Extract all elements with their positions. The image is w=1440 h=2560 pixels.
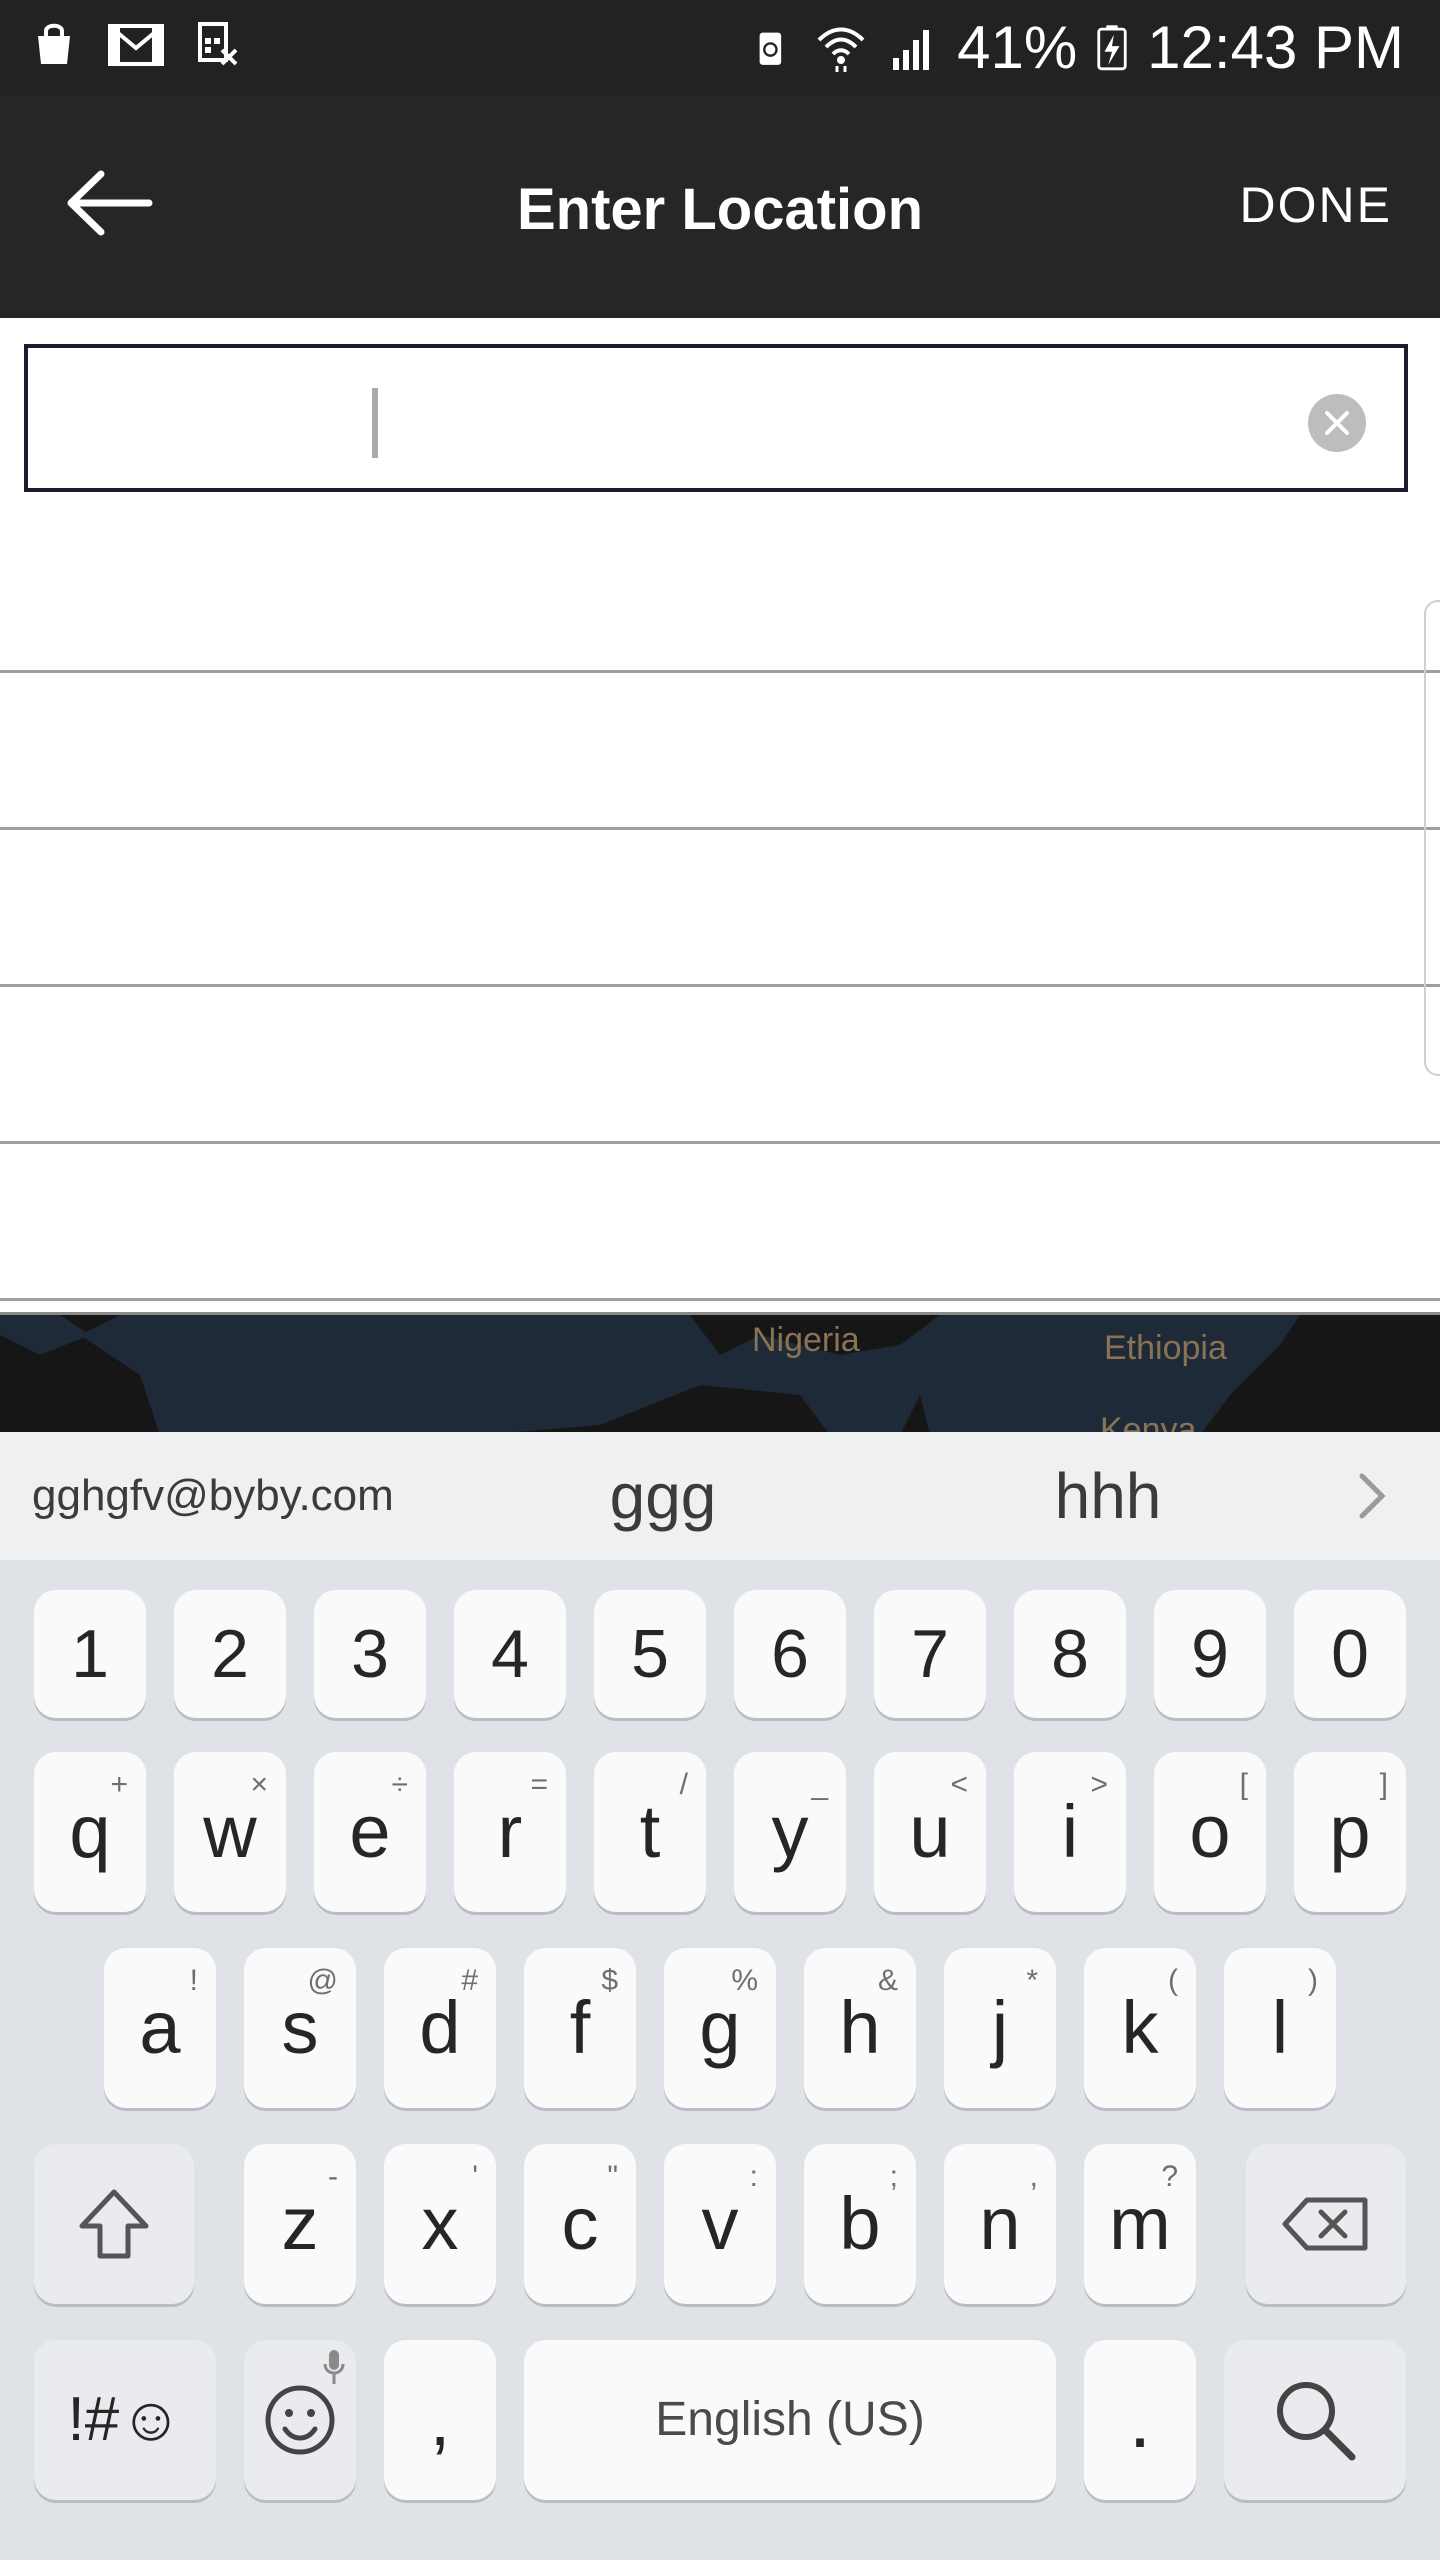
battery-saver-icon [759, 32, 782, 65]
key-0[interactable]: 0 [1294, 1590, 1406, 1718]
comma-key[interactable]: , [384, 2340, 496, 2500]
suggestion-word[interactable]: ggg [560, 1432, 766, 1560]
app-bar: Enter Location DONE [0, 96, 1440, 318]
on-screen-keyboard: gghgfv@byby.com ggg hhh 1 2 3 4 5 6 7 8 … [0, 1432, 1440, 2560]
key-a[interactable]: ! a [104, 1948, 216, 2108]
key-b[interactable]: ; b [804, 2144, 916, 2304]
key-3[interactable]: 3 [314, 1590, 426, 1718]
sim-blocked-icon [198, 22, 238, 66]
symbols-key[interactable]: !#☺ [34, 2340, 216, 2500]
period-key[interactable]: . [1084, 2340, 1196, 2500]
key-q[interactable]: + q [34, 1752, 146, 1912]
search-key[interactable] [1224, 2340, 1406, 2500]
text-caret [372, 388, 378, 458]
emoji-key[interactable] [244, 2340, 356, 2500]
key-6[interactable]: 6 [734, 1590, 846, 1718]
key-f[interactable]: $ f [524, 1948, 636, 2108]
map-label-ethiopia: Ethiopia [1104, 1329, 1227, 1367]
suggestion-row[interactable] [0, 1144, 1440, 1301]
key-c[interactable]: " c [524, 2144, 636, 2304]
key-4[interactable]: 4 [454, 1590, 566, 1718]
key-l[interactable]: ) l [1224, 1948, 1336, 2108]
key-x[interactable]: ' x [384, 2144, 496, 2304]
key-5[interactable]: 5 [594, 1590, 706, 1718]
backspace-key[interactable] [1246, 2144, 1406, 2304]
signal-icon [893, 30, 930, 70]
key-e[interactable]: ÷ e [314, 1752, 426, 1912]
emoji-icon [265, 2385, 335, 2455]
map-label-kenya: Kenya [1100, 1411, 1197, 1432]
gmail-icon [108, 24, 164, 66]
key-o[interactable]: [o [1154, 1752, 1266, 1912]
key-g[interactable]: % g [664, 1948, 776, 2108]
search-icon [1277, 2382, 1356, 2461]
key-s[interactable]: @ s [244, 1948, 356, 2108]
key-h[interactable]: & h [804, 1948, 916, 2108]
key-w[interactable]: × w [174, 1752, 286, 1912]
clear-button[interactable] [1308, 394, 1366, 452]
shift-arrow-icon [79, 2189, 149, 2259]
suggestion-row[interactable] [0, 516, 1440, 673]
wifi-icon [817, 27, 865, 72]
key-8[interactable]: 8 [1014, 1590, 1126, 1718]
page-title: Enter Location [516, 177, 924, 242]
key-y[interactable]: _ y [734, 1752, 846, 1912]
clock: 12:43 PM [1147, 14, 1404, 81]
battery-percent: 41% [957, 14, 1078, 81]
suggestion-row[interactable] [0, 830, 1440, 987]
chevron-right-icon[interactable] [1340, 1466, 1400, 1526]
done-button[interactable]: DONE [1240, 176, 1392, 234]
status-bar: 41% 12:43 PM [0, 0, 1440, 96]
shopping-bag-icon [38, 23, 70, 64]
suggestion-word[interactable]: hhh [1008, 1432, 1208, 1560]
key-v[interactable]: :v [664, 2144, 776, 2304]
clear-circle-icon [1325, 411, 1349, 435]
microphone-icon [323, 2350, 345, 2384]
key-t[interactable]: / t [594, 1752, 706, 1912]
key-d[interactable]: # d [384, 1948, 496, 2108]
shift-key[interactable] [34, 2144, 194, 2304]
key-j[interactable]: * j [944, 1948, 1056, 2108]
key-k[interactable]: (k [1084, 1948, 1196, 2108]
key-1[interactable]: 1 [34, 1590, 146, 1718]
key-n[interactable]: ,n [944, 2144, 1056, 2304]
suggestion-row[interactable] [0, 673, 1440, 830]
key-u[interactable]: < u [874, 1752, 986, 1912]
location-input[interactable] [348, 376, 1312, 462]
map-view[interactable]: Nigeria Ethiopia Kenya [0, 1312, 1440, 1432]
key-i[interactable]: > i [1014, 1752, 1126, 1912]
suggestion-email[interactable]: gghgfv@byby.com [32, 1432, 394, 1560]
battery-charging-icon [1097, 25, 1127, 71]
key-r[interactable]: = r [454, 1752, 566, 1912]
map-label-nigeria: Nigeria [752, 1321, 860, 1359]
backspace-icon [1282, 2197, 1368, 2251]
scrollbar[interactable] [1424, 600, 1440, 1076]
key-7[interactable]: 7 [874, 1590, 986, 1718]
location-suggestion-list [0, 516, 1440, 1301]
space-bar[interactable]: English (US) [524, 2340, 1056, 2500]
key-m[interactable]: ? m [1084, 2144, 1196, 2304]
key-p[interactable]: ] p [1294, 1752, 1406, 1912]
key-2[interactable]: 2 [174, 1590, 286, 1718]
key-9[interactable]: 9 [1154, 1590, 1266, 1718]
suggestion-row[interactable] [0, 987, 1440, 1144]
key-z[interactable]: -z [244, 2144, 356, 2304]
keyboard-suggestion-bar: gghgfv@byby.com ggg hhh [0, 1432, 1440, 1560]
location-search-field[interactable] [24, 344, 1408, 492]
